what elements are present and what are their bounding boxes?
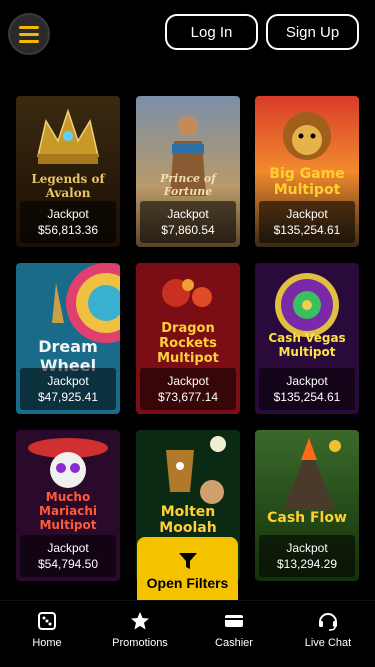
credit-card-icon [225,615,243,627]
game-title: Dragon Rockets Multipot [157,321,219,366]
game-title: Cash Vegas Multipot [268,331,346,359]
jackpot-label: Jackpot [286,541,328,555]
jackpot-value: $13,294.29 [276,557,338,571]
jackpot-value: $135,254.61 [273,390,341,404]
jackpot-value: $135,254.61 [273,223,341,237]
game-title: Cash Flow [267,510,347,526]
jackpot-value: $7,860.54 [161,223,215,237]
nav-label: Live Chat [304,637,352,649]
game-tile[interactable]: Legends of Avalon Jackpot $56,813.36 [16,96,120,247]
hamburger-icon[interactable] [8,13,50,55]
nav-item-live-chat[interactable]: Live Chat [288,609,368,649]
nav-item-home[interactable]: Home [7,609,87,649]
jackpot-label: Jackpot [286,374,328,388]
jackpot-label: Jackpot [47,207,89,221]
jackpot-label: Jackpot [167,374,209,388]
nav-item-cashier[interactable]: Cashier [194,609,274,649]
jackpot-box: Jackpot $135,254.61 [259,201,355,243]
game-tile[interactable]: Mucho Mariachi Multipot Jackpot $54,794.… [16,430,120,581]
jackpot-label: Jackpot [47,541,89,555]
jackpot-box: Jackpot $47,925.41 [20,368,116,410]
game-tile[interactable]: Cash Vegas Multipot Jackpot $135,254.61 [255,263,359,414]
headset-icon [319,613,337,631]
jackpot-value: $47,925.41 [37,390,99,404]
jackpot-box: Jackpot $73,677.14 [140,368,236,410]
star-icon [131,612,149,630]
jackpot-box: Jackpot $7,860.54 [140,201,236,243]
jackpot-box: Jackpot $56,813.36 [20,201,116,243]
nav-label: Home [32,637,62,649]
open-filters-label: Open Filters [146,575,229,591]
game-title: Legends of Avalon [31,172,105,200]
signup-button[interactable]: Sign Up [266,14,359,50]
open-filters-button[interactable]: Open Filters [137,537,238,605]
game-tile[interactable]: Big Game Multipot Jackpot $135,254.61 [255,96,359,247]
nav-item-promotions[interactable]: Promotions [100,609,180,649]
game-title: Molten Moolah [159,504,217,536]
jackpot-value: $73,677.14 [157,390,219,404]
game-title: Mucho Mariachi Multipot [39,490,97,532]
jackpot-label: Jackpot [47,374,89,388]
jackpot-box: Jackpot $13,294.29 [259,535,355,577]
login-button[interactable]: Log In [165,14,258,50]
game-tile[interactable]: Dragon Rockets Multipot Jackpot $73,677.… [136,263,240,414]
jackpot-value: $54,794.50 [37,557,99,571]
funnel-icon [178,553,197,569]
dice-icon [38,612,56,630]
game-tile[interactable]: Dream Wheel Jackpot $47,925.41 [16,263,120,414]
jackpot-label: Jackpot [167,207,209,221]
game-title: Prince of Fortune [160,172,216,198]
jackpot-label: Jackpot [286,207,328,221]
game-title: Big Game Multipot [269,166,345,198]
nav-label: Cashier [215,637,253,649]
jackpot-box: Jackpot $54,794.50 [20,535,116,577]
nav-label: Promotions [112,637,168,649]
jackpot-box: Jackpot $135,254.61 [259,368,355,410]
top-bar: Log In Sign Up [0,0,375,70]
game-tile[interactable]: Cash Flow Jackpot $13,294.29 [255,430,359,581]
jackpot-value: $56,813.36 [37,223,99,237]
bottom-nav: Home Promotions Cashier Live Chat [0,600,375,667]
game-tile[interactable]: Prince of Fortune Jackpot $7,860.54 [136,96,240,247]
